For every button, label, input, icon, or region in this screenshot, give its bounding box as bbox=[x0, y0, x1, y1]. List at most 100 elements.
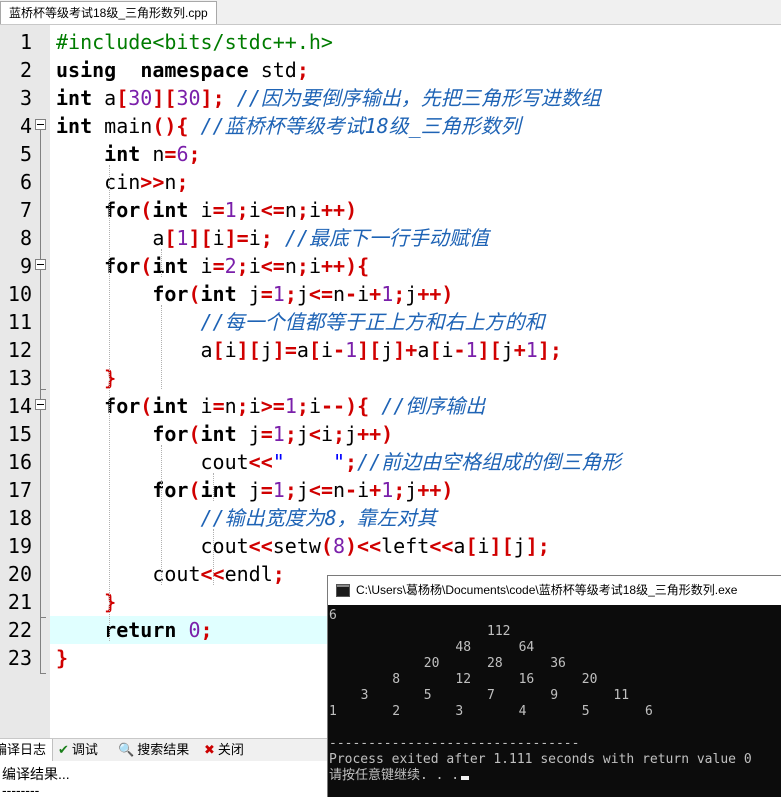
code-text: #include<bits/stdc++.h> bbox=[56, 30, 333, 54]
file-tab[interactable]: 蓝桥杯等级考试18级_三角形数列.cpp bbox=[0, 1, 217, 24]
line-number: 7 bbox=[19, 198, 32, 222]
code-line[interactable]: 3 int a[30][30]; //因为要倒序输出，先把三角形写进数组 bbox=[0, 84, 781, 112]
line-number: 8 bbox=[19, 226, 32, 250]
console-icon bbox=[336, 584, 350, 597]
line-number: 21 bbox=[7, 590, 32, 614]
code-line[interactable]: 15 for(int j=1;j<i;j++) bbox=[0, 420, 781, 448]
triangle-value: 5 bbox=[423, 688, 432, 703]
code-text: for(int i=2;i<=n;i++){ bbox=[104, 254, 370, 278]
console-window[interactable]: C:\Users\葛杨杨\Documents\code\蓝桥杯等级考试18级_三… bbox=[327, 575, 781, 797]
console-prompt: 请按任意键继续. . . bbox=[329, 768, 460, 783]
code-line[interactable]: 2 using namespace std; bbox=[0, 56, 781, 84]
code-text: for(int i=1;i<=n;i++) bbox=[104, 198, 358, 222]
checkmark-icon: ✔ bbox=[58, 742, 69, 757]
indent-guide bbox=[161, 445, 162, 585]
triangle-value: 3 bbox=[360, 688, 369, 703]
triangle-value: 112 bbox=[487, 624, 511, 639]
code-line[interactable]: 10 for(int j=1;j<=n-i+1;j++) bbox=[0, 280, 781, 308]
debug-label: 调试 bbox=[71, 742, 98, 757]
line-number: 16 bbox=[7, 450, 32, 474]
code-text: cin>>n; bbox=[56, 170, 189, 194]
triangle-value: 3 bbox=[455, 704, 464, 719]
tab-debug[interactable]: ✔ 调试 bbox=[58, 739, 98, 761]
code-text: for(int j=1;j<i;j++) bbox=[152, 422, 394, 446]
compile-result-line: 编译结果... bbox=[2, 766, 70, 782]
line-number: 18 bbox=[7, 506, 32, 530]
code-line[interactable]: 19 cout<<setw(8)<<left<<a[i][j]; bbox=[0, 532, 781, 560]
code-text: } bbox=[104, 366, 117, 390]
code-line[interactable]: 13 } bbox=[0, 364, 781, 392]
line-number: 12 bbox=[7, 338, 32, 362]
line-number: 4 bbox=[19, 114, 32, 138]
triangle-value: 64 bbox=[518, 640, 535, 655]
line-number: 23 bbox=[7, 646, 32, 670]
code-text: a[i][j]=a[i-1][j]+a[i-1][j+1]; bbox=[56, 338, 562, 362]
triangle-value: 6 bbox=[645, 704, 653, 719]
fold-toggle-for-2[interactable] bbox=[35, 399, 46, 410]
code-line[interactable]: 11 //每一个值都等于正上方和右上方的和 bbox=[0, 308, 781, 336]
code-text: cout<<setw(8)<<left<<a[i][j]; bbox=[56, 534, 550, 558]
code-text: for(int j=1;j<=n-i+1;j++) bbox=[152, 282, 454, 306]
console-cursor bbox=[461, 776, 470, 780]
fold-end bbox=[40, 617, 46, 618]
indent-guide bbox=[161, 305, 162, 389]
code-line[interactable]: 7 for(int i=1;i<=n;i++) bbox=[0, 196, 781, 224]
triangle-value: 11 bbox=[613, 688, 630, 703]
indent-guide bbox=[213, 473, 214, 501]
line-number: 14 bbox=[7, 394, 32, 418]
file-tab-label: 蓝桥杯等级考试18级_三角形数列.cpp bbox=[9, 6, 208, 20]
code-text: return 0; bbox=[104, 618, 213, 642]
code-text: //每一个值都等于正上方和右上方的和 bbox=[200, 310, 545, 334]
triangle-value: 20 bbox=[581, 672, 598, 687]
line-number: 2 bbox=[19, 58, 32, 82]
code-line[interactable]: 17 for(int j=1;j<=n-i+1;j++) bbox=[0, 476, 781, 504]
triangle-value: 48 bbox=[455, 640, 472, 655]
code-line[interactable]: 8 a[1][i]=i; //最底下一行手动赋值 bbox=[0, 224, 781, 252]
code-text: int main(){ //蓝桥杯等级考试18级_三角形数列 bbox=[56, 114, 521, 138]
code-text: for(int i=n;i>=1;i--){ //倒序输出 bbox=[104, 394, 486, 418]
code-line[interactable]: 18 //输出宽度为8，靠左对其 bbox=[0, 504, 781, 532]
tab-close[interactable]: ✖ 关闭 bbox=[204, 739, 244, 761]
code-line[interactable]: 5 int n=6; bbox=[0, 140, 781, 168]
triangle-value: 16 bbox=[518, 672, 535, 687]
code-line[interactable]: 9 for(int i=2;i<=n;i++){ bbox=[0, 252, 781, 280]
code-line[interactable]: 12 a[i][j]=a[i-1][j]+a[i-1][j+1]; bbox=[0, 336, 781, 364]
indent-guide bbox=[213, 529, 214, 585]
compile-log-label: 编译日志 bbox=[0, 742, 47, 757]
console-output: 6 112 48 64 20 28 36 8 12 16 20 3 5 7 9 11 1 2 3 4 5 6 -----… bbox=[328, 605, 781, 797]
code-line[interactable]: 4 int main(){ //蓝桥杯等级考试18级_三角形数列 bbox=[0, 112, 781, 140]
line-number: 9 bbox=[19, 254, 32, 278]
triangle-value: 20 bbox=[423, 656, 440, 671]
code-text: cout<<" ";//前边由空格组成的倒三角形 bbox=[56, 450, 622, 474]
tab-compile-log[interactable]: 编译日志 bbox=[0, 739, 53, 761]
line-number: 5 bbox=[19, 142, 32, 166]
triangle-value: 28 bbox=[487, 656, 503, 671]
line-number: 17 bbox=[7, 478, 32, 502]
line-number: 11 bbox=[7, 310, 32, 334]
line-number: 10 bbox=[7, 282, 32, 306]
triangle-value: 7 bbox=[487, 688, 495, 703]
compile-log-panel: 编译结果... -------- bbox=[0, 761, 330, 798]
editor-tab-bar: 蓝桥杯等级考试18级_三角形数列.cpp bbox=[0, 0, 781, 25]
triangle-value: 5 bbox=[581, 704, 590, 719]
line-number: 13 bbox=[7, 366, 32, 390]
code-text: int n=6; bbox=[104, 142, 201, 166]
fold-toggle-for-1[interactable] bbox=[35, 259, 46, 270]
code-line[interactable]: 1 #include<bits/stdc++.h> bbox=[0, 28, 781, 56]
line-number: 19 bbox=[7, 534, 32, 558]
code-line[interactable]: 6 cin>>n; bbox=[0, 168, 781, 196]
triangle-value: 12 bbox=[455, 672, 472, 687]
console-separator: -------------------------------- bbox=[329, 736, 580, 751]
code-line[interactable]: 14 for(int i=n;i>=1;i--){ //倒序输出 bbox=[0, 392, 781, 420]
console-exit-message: Process exited after 1.111 seconds with … bbox=[329, 752, 752, 767]
fold-end bbox=[40, 389, 46, 390]
code-line[interactable]: 16 cout<<" ";//前边由空格组成的倒三角形 bbox=[0, 448, 781, 476]
fold-toggle-main[interactable] bbox=[35, 119, 46, 130]
close-icon: ✖ bbox=[204, 742, 215, 757]
code-text: } bbox=[56, 646, 69, 670]
console-title-bar[interactable]: C:\Users\葛杨杨\Documents\code\蓝桥杯等级考试18级_三… bbox=[328, 576, 781, 605]
line-number: 20 bbox=[7, 562, 32, 586]
indent-guide bbox=[109, 165, 110, 641]
triangle-value: 4 bbox=[518, 704, 527, 719]
tab-search-results[interactable]: 🔍 搜索结果 bbox=[118, 739, 189, 761]
